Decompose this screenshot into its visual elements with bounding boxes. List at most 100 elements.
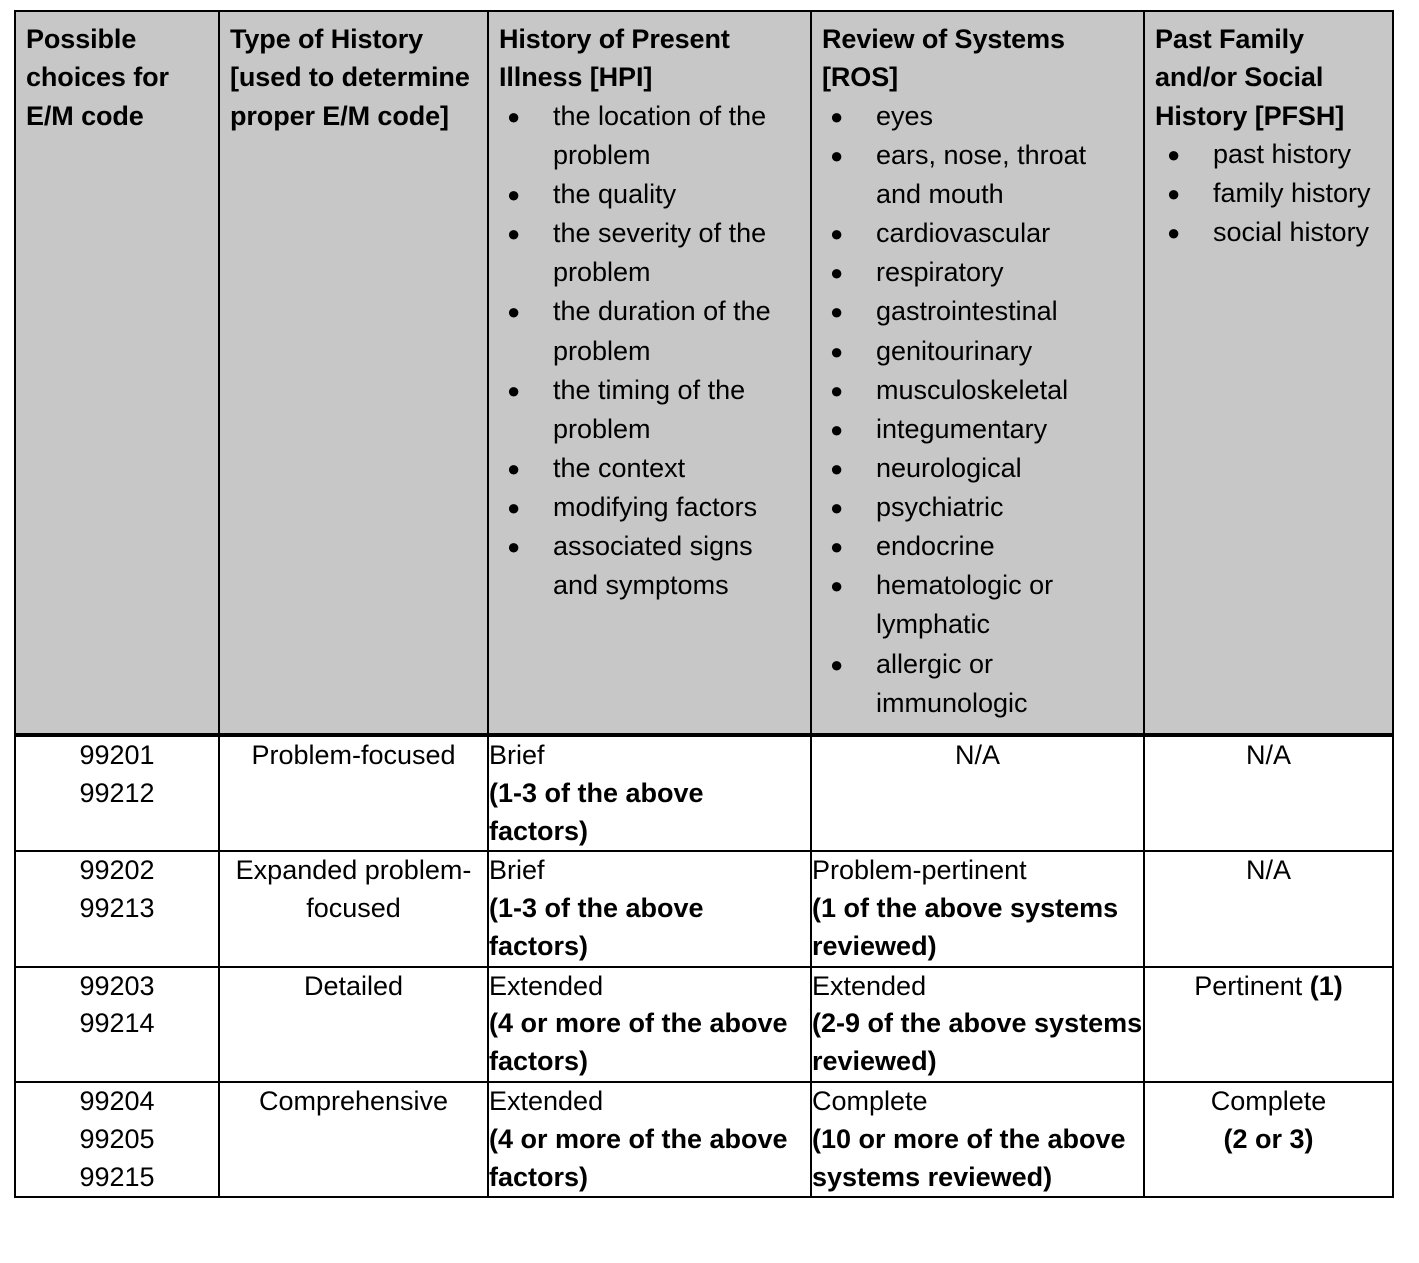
table-row: 99202 99213 Expanded problem-focused Bri… (14, 850, 1394, 968)
code-list: 99203 99214 (16, 968, 218, 1044)
cell-hpi: Extended (4 or more of the above factors… (487, 965, 812, 1084)
ros-detail: (2-9 of the above systems reviewed) (812, 1008, 1143, 1077)
bullet-icon: ● (1167, 141, 1181, 167)
ros-level: Problem-pertinent (812, 855, 1027, 886)
bullet-icon: ● (507, 377, 521, 403)
table-row: 99203 99214 Detailed Extended (4 or more… (14, 965, 1394, 1084)
bullet-icon: ● (507, 181, 521, 207)
bullet-icon: ● (830, 573, 844, 599)
hpi-level: Brief (489, 855, 545, 886)
cell-history-type: Problem-focused (218, 733, 489, 853)
list-item-label: psychiatric (876, 492, 1004, 523)
cell-pfsh: Pertinent (1) (1143, 965, 1394, 1084)
cell-codes: 99201 99212 (14, 733, 220, 853)
header-cell-ros: Review of Systems [ROS] ● eyes ● ears, nos… (810, 10, 1145, 737)
ros-detail: (1 of the above systems reviewed) (812, 893, 1119, 961)
bullet-icon: ● (830, 495, 844, 521)
history-type-value: Expanded problem-focused (235, 855, 472, 924)
em-code-history-table: Possible choices for E/M code Type of Hi… (14, 10, 1394, 1199)
bullet-icon: ● (507, 495, 521, 521)
page-canvas: Possible choices for E/M code Type of Hi… (0, 0, 1419, 1263)
hpi-requirement: Extended (4 or more of the above factors… (489, 1083, 810, 1196)
header-cell-hpi: History of Present Illness [HPI] ● the lo… (487, 10, 812, 737)
pfsh-detail: (1) (1309, 970, 1343, 1001)
bullet-icon: ● (830, 377, 844, 403)
code-list: 99204 99205 99215 (16, 1083, 218, 1196)
bullet-icon: ● (830, 455, 844, 481)
list-item: ● neurological (822, 449, 1137, 488)
header-title-ros: Review of Systems [ROS] (822, 24, 1065, 93)
list-item: ● genitourinary (822, 332, 1137, 371)
bullet-icon: ● (830, 221, 844, 247)
table-header-row: Possible choices for E/M code Type of Hi… (14, 10, 1394, 737)
code-list: 99201 99212 (16, 737, 218, 813)
code-value: 99201 (79, 739, 155, 770)
list-item: ● respiratory (822, 253, 1137, 292)
cell-pfsh: N/A (1143, 733, 1394, 853)
cell-ros: Complete (10 or more of the above system… (810, 1081, 1145, 1199)
hpi-factor-list: ● the location of the problem ● the qualit… (499, 97, 804, 606)
cell-ros: N/A (810, 733, 1145, 853)
history-type-value: Comprehensive (258, 1086, 449, 1117)
list-item-label: the timing of the problem (553, 374, 746, 444)
header-cell-type-of-history: Type of History [used to determine prope… (218, 10, 489, 737)
cell-codes: 99204 99205 99215 (14, 1081, 220, 1199)
list-item: ● the timing of the problem (499, 371, 804, 449)
code-value: 99205 (79, 1123, 155, 1154)
code-value: 99204 (79, 1086, 155, 1117)
list-item-label: the severity of the problem (553, 218, 767, 288)
code-value: 99202 (79, 855, 155, 886)
table-row: 99204 99205 99215 Comprehensive Extended… (14, 1081, 1394, 1199)
history-type-value: Detailed (303, 970, 404, 1001)
list-item-label: eyes (876, 100, 934, 131)
list-item-label: endocrine (876, 531, 995, 562)
code-list: 99202 99213 (16, 852, 218, 928)
hpi-detail: (1-3 of the above factors) (489, 893, 704, 961)
list-item-label: associated signs and symptoms (553, 531, 753, 601)
cell-hpi: Extended (4 or more of the above factors… (487, 1081, 812, 1199)
bullet-icon: ● (507, 455, 521, 481)
hpi-detail: (1-3 of the above factors) (489, 777, 704, 846)
ros-requirement: Extended (2-9 of the above systems revie… (812, 968, 1143, 1081)
hpi-requirement: Brief (1-3 of the above factors) (489, 737, 810, 850)
cell-history-type: Expanded problem-focused (218, 850, 489, 968)
list-item: ● the location of the problem (499, 97, 804, 175)
list-item-label: ears, nose, throat and mouth (876, 139, 1087, 209)
list-item-label: social history (1213, 217, 1370, 248)
code-value: 99212 (79, 777, 155, 808)
bullet-icon: ● (507, 299, 521, 325)
list-item: ● gastrointestinal (822, 292, 1137, 331)
bullet-icon: ● (830, 534, 844, 560)
list-item: ● endocrine (822, 527, 1137, 566)
list-item-label: past history (1213, 138, 1352, 169)
cell-ros: Extended (2-9 of the above systems revie… (810, 965, 1145, 1084)
list-item-label: musculoskeletal (876, 374, 1069, 405)
hpi-level: Extended (489, 970, 604, 1001)
hpi-detail: (4 or more of the above factors) (489, 1008, 788, 1077)
bullet-icon: ● (507, 103, 521, 129)
list-item: ● modifying factors (499, 488, 804, 527)
pfsh-requirement: Complete (2 or 3) (1145, 1083, 1392, 1159)
list-item: ● the context (499, 449, 804, 488)
cell-codes: 99202 99213 (14, 850, 220, 968)
hpi-requirement: Brief (1-3 of the above factors) (489, 852, 810, 965)
list-item-label: neurological (876, 452, 1022, 483)
header-title-possible-choices: Possible choices for E/M code (26, 24, 169, 131)
ros-level: Complete (812, 1086, 928, 1117)
bullet-icon: ● (507, 534, 521, 560)
bullet-icon: ● (830, 260, 844, 286)
list-item: ● cardiovascular (822, 214, 1137, 253)
list-item: ● hematologic or lymphatic (822, 566, 1137, 644)
cell-hpi: Brief (1-3 of the above factors) (487, 733, 812, 853)
list-item: ● family history (1155, 174, 1386, 213)
list-item: ● integumentary (822, 410, 1137, 449)
cell-hpi: Brief (1-3 of the above factors) (487, 850, 812, 968)
ros-system-list: ● eyes ● ears, nose, throat and mouth ● car… (822, 97, 1137, 723)
list-item: ● eyes (822, 97, 1137, 136)
hpi-level: Extended (489, 1086, 604, 1117)
bullet-icon: ● (830, 142, 844, 168)
cell-ros: Problem-pertinent (1 of the above system… (810, 850, 1145, 968)
bullet-icon: ● (1167, 220, 1181, 246)
list-item-label: genitourinary (876, 335, 1033, 366)
list-item: ● social history (1155, 213, 1386, 252)
